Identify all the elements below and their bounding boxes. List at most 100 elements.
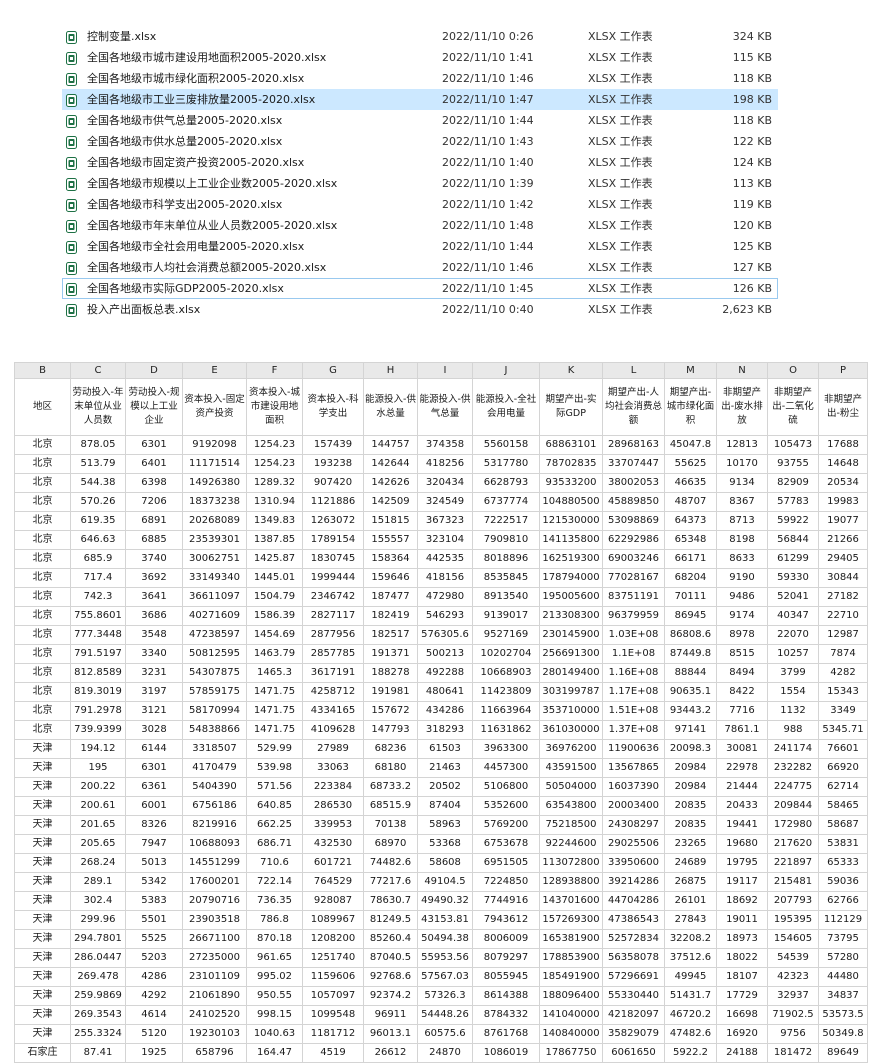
region-cell[interactable]: 天津 xyxy=(14,796,71,816)
value-cell[interactable]: 88844 xyxy=(664,663,717,683)
value-cell[interactable]: 70111 xyxy=(664,587,717,607)
value-cell[interactable]: 8633 xyxy=(716,549,768,569)
value-cell[interactable]: 1132 xyxy=(767,701,819,721)
file-row[interactable]: 全国各地级市供水总量2005-2020.xlsx 2022/11/10 1:43 X… xyxy=(62,131,778,152)
value-cell[interactable]: 58963 xyxy=(417,815,473,835)
value-cell[interactable]: 55330440 xyxy=(602,986,665,1006)
value-cell[interactable]: 48707 xyxy=(664,492,717,512)
value-cell[interactable]: 58687 xyxy=(818,815,868,835)
value-cell[interactable]: 6001 xyxy=(125,796,183,816)
value-cell[interactable]: 907420 xyxy=(302,473,364,493)
value-cell[interactable]: 43153.81 xyxy=(417,910,473,930)
file-row[interactable]: 全国各地级市固定资产投资2005-2020.xlsx 2022/11/10 1:4… xyxy=(62,152,778,173)
region-cell[interactable]: 天津 xyxy=(14,910,71,930)
column-header[interactable]: 能源投入-全社会用电量 xyxy=(472,378,540,436)
value-cell[interactable]: 61503 xyxy=(417,739,473,759)
value-cell[interactable]: 19441 xyxy=(716,815,768,835)
value-cell[interactable]: 158364 xyxy=(363,549,418,569)
value-cell[interactable]: 52041 xyxy=(767,587,819,607)
value-cell[interactable]: 269.3543 xyxy=(70,1005,126,1025)
value-cell[interactable]: 3028 xyxy=(125,720,183,740)
value-cell[interactable]: 76601 xyxy=(818,739,868,759)
column-header[interactable]: 地区 xyxy=(14,378,71,436)
file-row[interactable]: 全国各地级市城市绿化面积2005-2020.xlsx 2022/11/10 1:4… xyxy=(62,68,778,89)
value-cell[interactable]: 182517 xyxy=(363,625,418,645)
column-header[interactable]: 期望产出-实际GDP xyxy=(539,378,603,436)
column-header[interactable]: 非期望产出-废水排放 xyxy=(716,378,768,436)
value-cell[interactable]: 75218500 xyxy=(539,815,603,835)
value-cell[interactable]: 10202704 xyxy=(472,644,540,664)
value-cell[interactable]: 159646 xyxy=(363,568,418,588)
value-cell[interactable]: 178794000 xyxy=(539,568,603,588)
value-cell[interactable]: 500213 xyxy=(417,644,473,664)
region-cell[interactable]: 北京 xyxy=(14,720,71,740)
value-cell[interactable]: 1.17E+08 xyxy=(602,682,665,702)
value-cell[interactable]: 21266 xyxy=(818,530,868,550)
region-cell[interactable]: 北京 xyxy=(14,701,71,721)
value-cell[interactable]: 57296691 xyxy=(602,967,665,987)
value-cell[interactable]: 60575.6 xyxy=(417,1024,473,1044)
value-cell[interactable]: 646.63 xyxy=(70,530,126,550)
value-cell[interactable]: 4258712 xyxy=(302,682,364,702)
column-header[interactable]: 能源投入-供气总量 xyxy=(417,378,473,436)
value-cell[interactable]: 55953.56 xyxy=(417,948,473,968)
region-cell[interactable]: 天津 xyxy=(14,872,71,892)
value-cell[interactable]: 53368 xyxy=(417,834,473,854)
value-cell[interactable]: 9527169 xyxy=(472,625,540,645)
value-cell[interactable]: 3121 xyxy=(125,701,183,721)
region-cell[interactable]: 北京 xyxy=(14,549,71,569)
value-cell[interactable]: 11171514 xyxy=(182,454,247,474)
value-cell[interactable]: 200.22 xyxy=(70,777,126,797)
value-cell[interactable]: 34837 xyxy=(818,986,868,1006)
value-cell[interactable]: 22978 xyxy=(716,758,768,778)
value-cell[interactable]: 1554 xyxy=(767,682,819,702)
value-cell[interactable]: 64373 xyxy=(664,511,717,531)
value-cell[interactable]: 46720.2 xyxy=(664,1005,717,1025)
value-cell[interactable]: 513.79 xyxy=(70,454,126,474)
value-cell[interactable]: 58465 xyxy=(818,796,868,816)
value-cell[interactable]: 19983 xyxy=(818,492,868,512)
value-cell[interactable]: 55625 xyxy=(664,454,717,474)
value-cell[interactable]: 54539 xyxy=(767,948,819,968)
value-cell[interactable]: 26101 xyxy=(664,891,717,911)
value-cell[interactable]: 164.47 xyxy=(246,1043,303,1063)
value-cell[interactable]: 1471.75 xyxy=(246,701,303,721)
value-cell[interactable]: 9486 xyxy=(716,587,768,607)
value-cell[interactable]: 3617191 xyxy=(302,663,364,683)
region-cell[interactable]: 天津 xyxy=(14,1024,71,1044)
value-cell[interactable]: 78702835 xyxy=(539,454,603,474)
value-cell[interactable]: 46635 xyxy=(664,473,717,493)
value-cell[interactable]: 8761768 xyxy=(472,1024,540,1044)
value-cell[interactable]: 289.1 xyxy=(70,872,126,892)
column-header[interactable]: 期望产出-人均社会消费总额 xyxy=(602,378,665,436)
value-cell[interactable]: 96911 xyxy=(363,1005,418,1025)
value-cell[interactable]: 50504000 xyxy=(539,777,603,797)
value-cell[interactable]: 20534 xyxy=(818,473,868,493)
value-cell[interactable]: 8422 xyxy=(716,682,768,702)
value-cell[interactable]: 200.61 xyxy=(70,796,126,816)
value-cell[interactable]: 151815 xyxy=(363,511,418,531)
value-cell[interactable]: 63543800 xyxy=(539,796,603,816)
value-cell[interactable]: 144757 xyxy=(363,435,418,455)
file-row[interactable]: 全国各地级市实际GDP2005-2020.xlsx 2022/11/10 1:45… xyxy=(62,278,778,299)
value-cell[interactable]: 294.7801 xyxy=(70,929,126,949)
value-cell[interactable]: 32937 xyxy=(767,986,819,1006)
value-cell[interactable]: 56358078 xyxy=(602,948,665,968)
value-cell[interactable]: 93755 xyxy=(767,454,819,474)
file-row[interactable]: 全国各地级市年末单位从业人员数2005-2020.xlsx 2022/11/10 … xyxy=(62,215,778,236)
value-cell[interactable]: 9174 xyxy=(716,606,768,626)
file-row[interactable]: 投入产出面板总表.xlsx 2022/11/10 0:40 XLSX 工作表 2,62… xyxy=(62,299,778,320)
region-cell[interactable]: 北京 xyxy=(14,511,71,531)
column-letter[interactable]: F xyxy=(246,362,303,379)
value-cell[interactable]: 5560158 xyxy=(472,435,540,455)
region-cell[interactable]: 北京 xyxy=(14,435,71,455)
value-cell[interactable]: 1086019 xyxy=(472,1043,540,1063)
value-cell[interactable]: 1789154 xyxy=(302,530,364,550)
value-cell[interactable]: 201.65 xyxy=(70,815,126,835)
value-cell[interactable]: 44704286 xyxy=(602,891,665,911)
value-cell[interactable]: 23539301 xyxy=(182,530,247,550)
value-cell[interactable]: 20433 xyxy=(716,796,768,816)
value-cell[interactable]: 17688 xyxy=(818,435,868,455)
value-cell[interactable]: 205.65 xyxy=(70,834,126,854)
value-cell[interactable]: 323104 xyxy=(417,530,473,550)
